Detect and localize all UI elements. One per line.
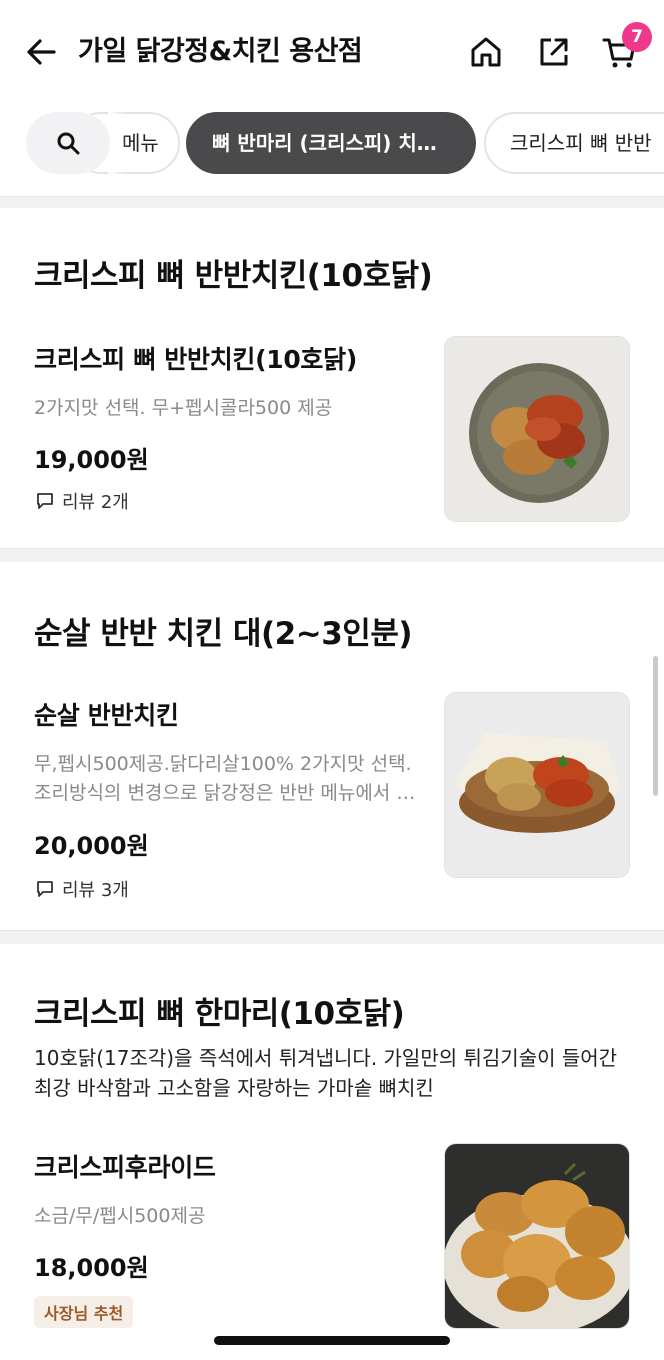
section-title: 크리스피 뼈 한마리(10호닭) xyxy=(34,996,405,1032)
chip-fade xyxy=(108,112,126,174)
item-name: 크리스피 뼈 반반치킨(10호닭) xyxy=(34,345,357,374)
search-icon xyxy=(57,132,80,155)
share-icon xyxy=(540,38,568,66)
item-price: 18,000원 xyxy=(34,1254,149,1282)
item-review: 리뷰 3개 xyxy=(36,876,129,902)
chip-crispy-half[interactable]: 크리스피 뼈 반반 xyxy=(484,112,664,174)
comment-icon xyxy=(37,493,53,509)
header: 가일 닭강정&치킨 용산점 7 xyxy=(0,0,664,104)
item-review: 리뷰 2개 xyxy=(36,488,129,514)
item-desc: 소금/무/펩시500제공 xyxy=(34,1205,206,1227)
review-count: 리뷰 3개 xyxy=(62,880,129,901)
section-title: 순살 반반 치킨 대(2~3인분) xyxy=(34,616,413,652)
divider xyxy=(0,196,664,208)
chip-active[interactable]: 뼈 반마리 (크리스피) 치… xyxy=(186,112,476,174)
review-count: 리뷰 2개 xyxy=(62,492,129,513)
divider xyxy=(0,548,664,562)
store-title: 가일 닭강정&치킨 용산점 xyxy=(78,36,363,67)
scrollbar[interactable] xyxy=(653,656,658,796)
item-name: 크리스피후라이드 xyxy=(34,1153,216,1182)
section-desc: 10호닭(17조각)을 즉석에서 튀겨냅니다. 가일만의 튀김기술이 들어간 최… xyxy=(34,1046,618,1100)
item-photo xyxy=(444,336,630,522)
share-button[interactable] xyxy=(536,34,572,70)
section-title: 크리스피 뼈 반반치킨(10호닭) xyxy=(34,258,433,294)
comment-icon xyxy=(37,881,53,897)
item-price: 20,000원 xyxy=(34,832,149,860)
menu-search-button[interactable] xyxy=(26,112,110,174)
item-desc: 2가지맛 선택. 무+펩시콜라500 제공 xyxy=(34,397,333,419)
home-button[interactable] xyxy=(468,34,504,70)
category-chips: 메뉴 뼈 반마리 (크리스피) 치… 크리스피 뼈 반반 xyxy=(0,104,664,188)
home-icon xyxy=(471,37,501,67)
back-arrow-icon xyxy=(27,39,56,65)
home-indicator xyxy=(214,1336,450,1345)
back-button[interactable] xyxy=(24,34,60,70)
divider xyxy=(0,930,664,944)
item-desc: 무,펩시500제공.닭다리살100% 2가지맛 선택. 조리방식의 변경으로 닭… xyxy=(34,753,432,804)
item-name: 순살 반반치킨 xyxy=(34,701,179,730)
item-photo xyxy=(444,1143,630,1329)
cart-count-badge: 7 xyxy=(622,22,652,52)
item-price: 19,000원 xyxy=(34,446,149,474)
owner-recommend-badge: 사장님 추천 xyxy=(34,1296,134,1328)
item-photo xyxy=(444,692,630,878)
